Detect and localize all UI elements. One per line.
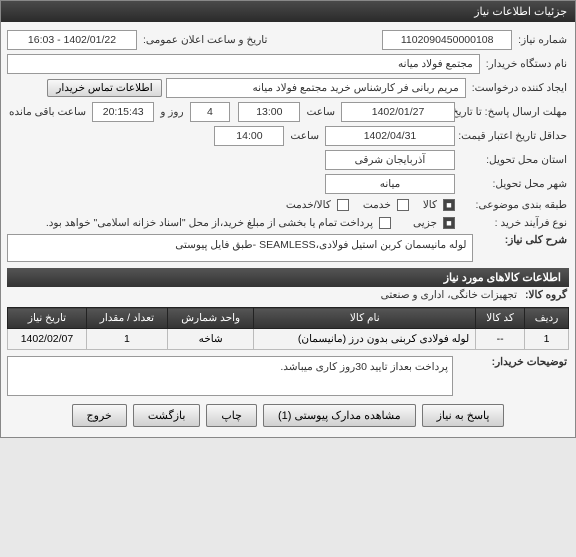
reply-deadline-label: مهلت ارسال پاسخ: تا تاریخ: — [459, 106, 569, 118]
td-idx: 1 — [525, 329, 569, 350]
reply-time: 13:00 — [238, 102, 300, 122]
remaining-time: 20:15:43 — [92, 102, 154, 122]
class-label: طبقه بندی موضوعی: — [459, 199, 569, 211]
row-buyer: نام دستگاه خریدار: مجتمع فولاد میانه — [7, 52, 569, 76]
class-kala: کالا — [421, 199, 439, 211]
row-req-announce: شماره نیاز: 1102090450000108 تاریخ و ساع… — [7, 28, 569, 52]
window-titlebar: جزئیات اطلاعات نیاز — [1, 1, 575, 22]
buyer-notes-row: توضیحات خریدار: پرداخت بعداز تایید 30روز… — [7, 356, 569, 396]
validity-date: 1402/04/31 — [325, 126, 455, 146]
footer-buttons: پاسخ به نیاز مشاهده مدارک پیوستی (1) چاپ… — [7, 396, 569, 431]
row-classification: طبقه بندی موضوعی: ■ کالا خدمت کالا/خدمت — [7, 196, 569, 214]
city-value: میانه — [325, 174, 455, 194]
validity-time: 14:00 — [214, 126, 284, 146]
chk-partial[interactable]: ■ — [443, 217, 455, 229]
reply-date: 1402/01/27 — [341, 102, 455, 122]
buyer-label: نام دستگاه خریدار: — [484, 58, 569, 70]
creator-value: مریم ربانی فر کارشناس خرید مجتمع فولاد م… — [166, 78, 466, 98]
buyer-notes-box: پرداخت بعداز تایید 30روز کاری میباشد. — [7, 356, 453, 396]
td-name: لوله فولادی کربنی بدون درز (مانیسمان) — [254, 329, 476, 350]
th-qty: تعداد / مقدار — [86, 308, 167, 329]
goods-table: ردیف کد کالا نام کالا واحد شمارش تعداد /… — [7, 307, 569, 350]
city-label: شهر محل تحویل: — [459, 178, 569, 190]
group-value: تجهیزات خانگی، اداری و صنعتی — [379, 289, 519, 301]
row-group: گروه کالا: تجهیزات خانگی، اداری و صنعتی — [7, 287, 569, 303]
td-unit: شاخه — [167, 329, 253, 350]
req-no-label: شماره نیاز: — [516, 34, 569, 46]
process-label: نوع فرآیند خرید : — [459, 217, 569, 229]
row-creator: ایجاد کننده درخواست: مریم ربانی فر کارشن… — [7, 76, 569, 100]
th-code: کد کالا — [476, 308, 525, 329]
announce-value: 1402/01/22 - 16:03 — [7, 30, 137, 50]
class-khadamat: خدمت — [361, 199, 393, 211]
announce-label: تاریخ و ساعت اعلان عمومی: — [141, 34, 269, 46]
row-process: نوع فرآیند خرید : ■ جزیی پرداخت تمام یا … — [7, 214, 569, 232]
province-label: استان محل تحویل: — [459, 154, 569, 166]
chk-both[interactable] — [337, 199, 349, 211]
proc-note: پرداخت تمام یا بخشی از مبلغ خرید،از محل … — [44, 217, 375, 229]
validity-label: حداقل تاریخ اعتبار قیمت: تا تاریخ: — [459, 130, 569, 142]
reply-button[interactable]: پاسخ به نیاز — [422, 404, 505, 427]
table-row[interactable]: 1 -- لوله فولادی کربنی بدون درز (مانیسما… — [8, 329, 569, 350]
back-button[interactable]: بازگشت — [133, 404, 201, 427]
buyer-notes-label: توضیحات خریدار: — [459, 356, 569, 368]
remaining-suffix: ساعت باقی مانده — [7, 106, 88, 118]
desc-text: لوله مانیسمان کربن استیل فولادی،SEAMLESS… — [7, 234, 473, 262]
creator-label: ایجاد کننده درخواست: — [470, 82, 569, 94]
chk-khadamat[interactable] — [397, 199, 409, 211]
td-qty: 1 — [86, 329, 167, 350]
chk-kala[interactable]: ■ — [443, 199, 455, 211]
exit-button[interactable]: خروج — [72, 404, 127, 427]
goods-section-header: اطلاعات کالاهای مورد نیاز — [7, 268, 569, 287]
row-city: شهر محل تحویل: میانه — [7, 172, 569, 196]
row-province: استان محل تحویل: آذربایجان شرقی — [7, 148, 569, 172]
attachments-button[interactable]: مشاهده مدارک پیوستی (1) — [263, 404, 416, 427]
contact-info-button[interactable]: اطلاعات تماس خریدار — [47, 79, 161, 97]
req-no-value: 1102090450000108 — [382, 30, 512, 50]
buyer-value: مجتمع فولاد میانه — [7, 54, 480, 74]
class-both: کالا/خدمت — [284, 199, 333, 211]
th-unit: واحد شمارش — [167, 308, 253, 329]
province-value: آذربایجان شرقی — [325, 150, 455, 170]
days-left: 4 — [190, 102, 231, 122]
th-name: نام کالا — [254, 308, 476, 329]
th-date: تاریخ نیاز — [8, 308, 87, 329]
row-desc: شرح کلی نیاز: لوله مانیسمان کربن استیل ف… — [7, 232, 569, 264]
table-header-row: ردیف کد کالا نام کالا واحد شمارش تعداد /… — [8, 308, 569, 329]
desc-header: شرح کلی نیاز: — [477, 234, 569, 246]
print-button[interactable]: چاپ — [206, 404, 257, 427]
th-idx: ردیف — [525, 308, 569, 329]
chk-treasury[interactable] — [379, 217, 391, 229]
details-window: جزئیات اطلاعات نیاز شماره نیاز: 11020904… — [0, 0, 576, 438]
rooz-label: روز و — [158, 106, 185, 118]
saat-label-2: ساعت — [288, 130, 321, 142]
td-date: 1402/02/07 — [8, 329, 87, 350]
window-title: جزئیات اطلاعات نیاز — [474, 6, 567, 18]
proc-partial: جزیی — [411, 217, 439, 229]
td-code: -- — [476, 329, 525, 350]
row-validity: حداقل تاریخ اعتبار قیمت: تا تاریخ: 1402/… — [7, 124, 569, 148]
group-label: گروه کالا: — [523, 289, 569, 301]
content-area: شماره نیاز: 1102090450000108 تاریخ و ساع… — [1, 22, 575, 437]
row-reply-deadline: مهلت ارسال پاسخ: تا تاریخ: 1402/01/27 سا… — [7, 100, 569, 124]
saat-label-1: ساعت — [304, 106, 337, 118]
